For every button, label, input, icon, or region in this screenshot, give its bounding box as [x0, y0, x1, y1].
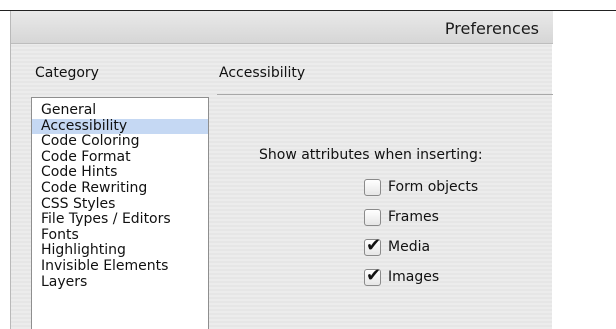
window-title: Preferences: [444, 19, 539, 38]
form-objects-option[interactable]: Form objects: [364, 177, 478, 197]
panel-divider: [217, 94, 553, 95]
category-item-fonts[interactable]: Fonts: [32, 227, 208, 244]
form-objects-checkbox[interactable]: [364, 178, 381, 196]
category-item-code-coloring[interactable]: Code Coloring: [32, 134, 208, 150]
category-item-accessibility[interactable]: Accessibility: [32, 118, 208, 135]
preferences-window: Preferences Category Accessibility Gener…: [10, 11, 553, 329]
category-item-code-hints[interactable]: Code Hints: [32, 165, 208, 181]
images-checkbox[interactable]: ✔: [364, 264, 382, 286]
media-label: Media: [388, 239, 431, 255]
images-label: Images: [388, 269, 440, 285]
show-attributes-label: Show attributes when inserting:: [259, 147, 483, 163]
checkmark-icon: ✔: [366, 264, 382, 286]
images-option[interactable]: ✔ Images: [364, 264, 440, 287]
category-heading: Category: [35, 65, 99, 81]
panel-heading: Accessibility: [219, 65, 306, 81]
frames-label: Frames: [388, 209, 439, 225]
form-objects-label: Form objects: [388, 179, 479, 195]
category-item-invisible-elements[interactable]: Invisible Elements: [32, 258, 208, 275]
category-item-highlighting[interactable]: Highlighting: [32, 243, 208, 259]
frames-option[interactable]: Frames: [364, 207, 439, 227]
category-item-code-rewriting[interactable]: Code Rewriting: [32, 180, 208, 197]
title-bar[interactable]: Preferences: [11, 11, 553, 44]
checkmark-icon: ✔: [366, 234, 382, 256]
category-list[interactable]: General Accessibility Code Coloring Code…: [31, 97, 209, 329]
media-checkbox[interactable]: ✔: [364, 234, 382, 256]
frames-checkbox[interactable]: [364, 208, 381, 226]
category-item-layers[interactable]: Layers: [32, 274, 208, 291]
category-item-general[interactable]: General: [32, 102, 208, 119]
category-item-file-types-editors[interactable]: File Types / Editors: [32, 212, 208, 228]
category-item-css-styles[interactable]: CSS Styles: [32, 196, 208, 213]
media-option[interactable]: ✔ Media: [364, 234, 431, 257]
category-item-code-format[interactable]: Code Format: [32, 149, 208, 166]
screenshot-frame: Preferences Category Accessibility Gener…: [0, 0, 616, 329]
